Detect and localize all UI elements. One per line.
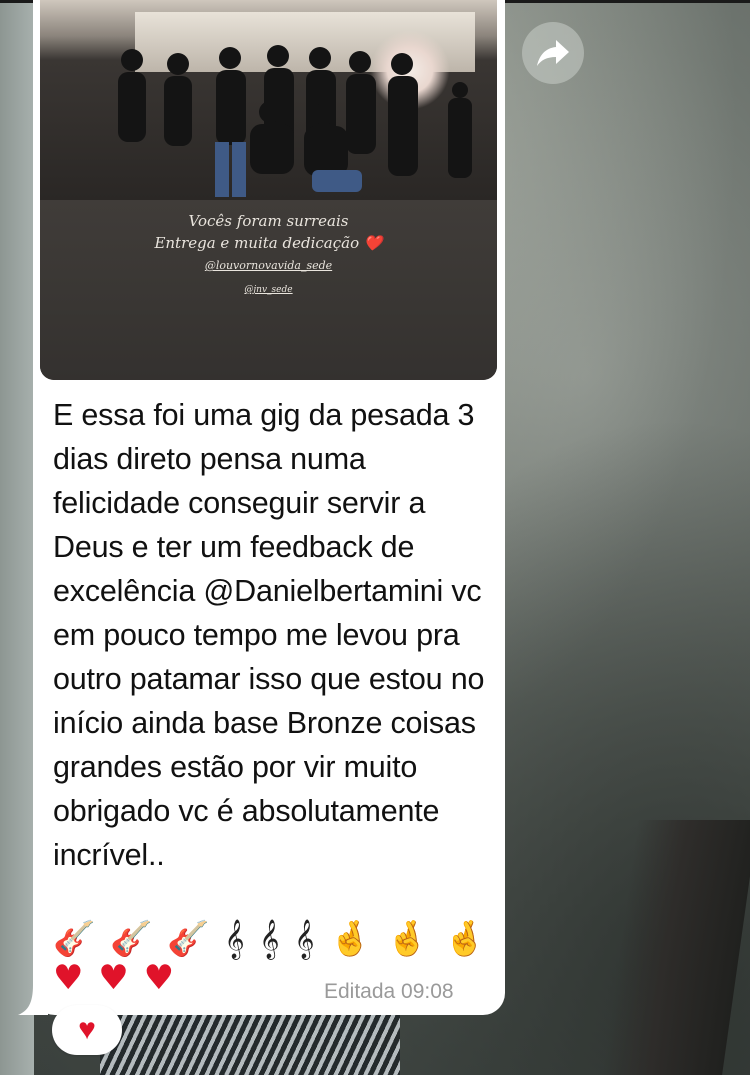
background-strip [0, 0, 34, 1075]
heart-emoji: ♥ [98, 958, 129, 998]
musical-score-emoji: 𝄞 [259, 919, 280, 959]
emoji-row-2: ♥ ♥ ♥ [53, 957, 178, 999]
photo-caption-line2: Entrega e muita dedicação ❤️ [154, 234, 383, 252]
photo-mention-tag1: @louvornovavida_sede [204, 259, 333, 272]
photo-mention-tag2: @jnv_sede [244, 285, 293, 295]
message-text: E essa foi uma gig da pesada 3 dias dire… [53, 398, 485, 872]
photo-caption: Vocês foram surreais Entrega e muita ded… [40, 210, 497, 302]
emoji-row-1: 🎸 🎸 🎸 𝄞 𝄞 𝄞 🤞 🤞 🤞 [53, 918, 490, 960]
message-status: Editada 09:08 [324, 980, 454, 1003]
musical-score-emoji: 𝄞 [294, 919, 315, 959]
reaction-badge[interactable]: ♥ [52, 1005, 122, 1055]
crossed-fingers-emoji: 🤞 [443, 919, 486, 959]
guitar-emoji: 🎸 [110, 919, 153, 959]
heart-emoji: ♥ [53, 958, 84, 998]
forward-arrow-icon [537, 40, 569, 66]
forward-button[interactable] [522, 22, 584, 84]
crossed-fingers-emoji: 🤞 [329, 919, 372, 959]
heart-reaction-icon: ♥ [78, 1013, 96, 1046]
guitar-emoji: 🎸 [167, 919, 210, 959]
crossed-fingers-emoji: 🤞 [386, 919, 429, 959]
photo-caption-line1: Vocês foram surreais [188, 212, 349, 230]
heart-emoji: ♥ [143, 958, 175, 998]
shared-photo[interactable]: Vocês foram surreais Entrega e muita ded… [40, 0, 497, 380]
background-building [100, 1010, 400, 1075]
guitar-emoji: 🎸 [53, 919, 96, 959]
musical-score-emoji: 𝄞 [224, 919, 245, 959]
photo-group-people [118, 45, 472, 197]
